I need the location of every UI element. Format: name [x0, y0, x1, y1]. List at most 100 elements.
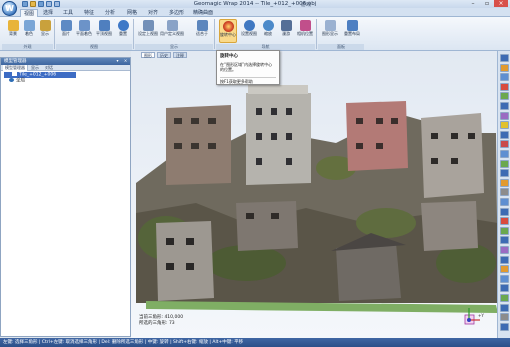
reset-layout-button[interactable]: 重置布局: [343, 19, 361, 43]
toolbar-tool-icon[interactable]: [500, 54, 509, 62]
toolbar-tool-icon[interactable]: [500, 63, 509, 72]
user-view-button[interactable]: 用户定义视图: [160, 19, 184, 43]
restore-button[interactable]: ▫: [480, 0, 494, 7]
panel-title: 模型管理器: [1, 58, 130, 65]
axis-label: +Y: [478, 313, 484, 318]
tab-graphics[interactable]: 图形: [141, 52, 155, 58]
globe-icon: [9, 78, 14, 82]
tab-align[interactable]: 对齐: [145, 9, 161, 17]
walk-icon: [280, 20, 292, 31]
display-icon: [39, 20, 51, 31]
panel-pin-icon[interactable]: ▾: [115, 58, 120, 63]
open-file-icon[interactable]: [30, 1, 36, 7]
tab-display[interactable]: 显示: [29, 65, 41, 71]
ribbon-tab-bar: 视图 选择 工具 特征 分析 网格 对齐 多边形 精确曲面: [0, 8, 510, 17]
toolbar-tool-icon[interactable]: [500, 284, 509, 293]
tab-select[interactable]: 选择: [40, 9, 56, 17]
mesh-model[interactable]: [136, 73, 497, 331]
toolbar-tool-icon[interactable]: [500, 188, 509, 197]
toolbar-tool-icon[interactable]: [500, 150, 509, 158]
tab-features[interactable]: 特征: [81, 9, 97, 17]
toolbar-tool-icon[interactable]: [500, 246, 509, 254]
toolbar-tool-icon[interactable]: [500, 73, 509, 82]
toolbar-tool-icon[interactable]: [500, 265, 509, 274]
toolbar-tool-icon[interactable]: [500, 121, 509, 130]
panel-tabs: 模型管理器 显示 对话: [1, 65, 130, 71]
tree-item-global[interactable]: 全局: [4, 78, 25, 84]
toolbar-tool-icon[interactable]: [500, 102, 509, 110]
minimize-button[interactable]: –: [466, 0, 480, 7]
flat-shading-icon: [78, 20, 90, 31]
toolbar-tool-icon[interactable]: [500, 303, 509, 312]
application-button[interactable]: W: [2, 1, 17, 16]
tab-analysis[interactable]: 分析: [102, 9, 118, 17]
facet-icon: [60, 20, 72, 31]
tab-model-manager[interactable]: 模型管理器: [3, 65, 28, 71]
toolbar-tool-icon[interactable]: [500, 274, 509, 283]
rotation-center-button[interactable]: 旋转中心: [219, 19, 237, 43]
right-toolbar: [497, 51, 510, 338]
toolbar-tool-icon[interactable]: [500, 217, 509, 226]
set-up-view-button[interactable]: 设定上视图: [138, 19, 158, 43]
new-file-icon[interactable]: [22, 1, 28, 7]
tab-view[interactable]: 视图: [20, 9, 39, 17]
close-button[interactable]: ×: [494, 0, 508, 7]
toolbar-tool-icon[interactable]: [500, 130, 509, 139]
toolbar-tool-icon[interactable]: [500, 294, 509, 302]
fit-icon: [196, 20, 208, 31]
tab-polygons[interactable]: 多边形: [166, 9, 187, 17]
tab-annotations[interactable]: 注释: [173, 52, 187, 58]
toolbar-tool-icon[interactable]: [500, 313, 509, 322]
camera-position-button[interactable]: 相机位置: [296, 19, 314, 43]
tab-mesh[interactable]: 网格: [124, 9, 140, 17]
graphics-display-button[interactable]: 图形显示: [321, 19, 339, 43]
set-view-icon: [243, 20, 255, 31]
group-label-display: 显示: [135, 44, 213, 50]
shading-icon: [23, 20, 35, 31]
user-view-icon: [166, 20, 178, 31]
reset-layout-icon: [346, 20, 358, 31]
toolbar-tool-icon[interactable]: [500, 236, 509, 245]
toolbar-tool-icon[interactable]: [500, 82, 509, 91]
set-up-view-icon: [142, 20, 154, 31]
tab-history[interactable]: 历史: [157, 52, 171, 58]
toolbar-tool-icon[interactable]: [500, 207, 509, 216]
background-icon: [7, 20, 19, 31]
axis-triad-icon: +Y: [464, 308, 484, 325]
undo-icon[interactable]: [46, 1, 52, 7]
toolbar-tool-icon[interactable]: [500, 255, 509, 264]
toolbar-tool-icon[interactable]: [500, 159, 509, 168]
rotation-center-tooltip: 旋转中心 在“图形区域”内选择旋转中心的位置。 按F1获取更多帮助: [216, 50, 280, 85]
toolbar-tool-icon[interactable]: [500, 111, 509, 120]
display-button[interactable]: 显示: [36, 19, 54, 43]
panel-close-icon[interactable]: ×: [123, 58, 128, 63]
ribbon-panel: 背景 着色 显示 面片 平面着色 平顶视图 重置 设定上视图 用户定义视图 适合…: [0, 17, 510, 51]
toolbar-tool-icon[interactable]: [500, 198, 509, 206]
camera-position-icon: [299, 20, 311, 31]
reset-button[interactable]: 重置: [114, 19, 132, 43]
toolbar-tool-icon[interactable]: [500, 322, 509, 331]
zoom-icon: [262, 20, 274, 31]
tooltip-help: 按F1获取更多帮助: [220, 77, 276, 85]
graphics-viewport[interactable]: 图形 历史 注释 当前三角形: 410,000 所选的三角形: 73 +Y: [131, 51, 497, 338]
toolbar-tool-icon[interactable]: [500, 169, 509, 178]
tab-tools[interactable]: 工具: [60, 9, 76, 17]
group-label-view: 视图: [56, 44, 132, 50]
selected-triangle-count: 所选的三角形: 73: [139, 321, 175, 326]
title-bar: Geomagic Wrap 2014 -- Tile_+012_+006.obj…: [0, 0, 510, 8]
group-label-panels: 面板: [318, 44, 364, 50]
mesh-statistics: 当前三角形: 410,000 所选的三角形: 73: [139, 315, 183, 327]
tab-exact-surfacing[interactable]: 精确曲面: [190, 9, 216, 17]
status-bar: 左键: 选择三角形 | Ctrl+左键: 取消选择三角形 | Del: 删除所选…: [0, 338, 510, 347]
tooltip-title: 旋转中心: [220, 54, 238, 59]
tab-dialog[interactable]: 对话: [43, 65, 55, 71]
toolbar-tool-icon[interactable]: [500, 178, 509, 187]
model-manager-panel: 模型管理器 ▾ × 模型管理器 显示 对话 Tile_+012_+006 全局: [0, 57, 131, 337]
toolbar-tool-icon[interactable]: [500, 92, 509, 101]
fit-button[interactable]: 适合于: [193, 19, 211, 43]
redo-icon[interactable]: [54, 1, 60, 7]
save-icon[interactable]: [38, 1, 44, 7]
toolbar-tool-icon[interactable]: [500, 226, 509, 235]
graphics-display-icon: [324, 20, 336, 31]
toolbar-tool-icon[interactable]: [500, 140, 509, 149]
